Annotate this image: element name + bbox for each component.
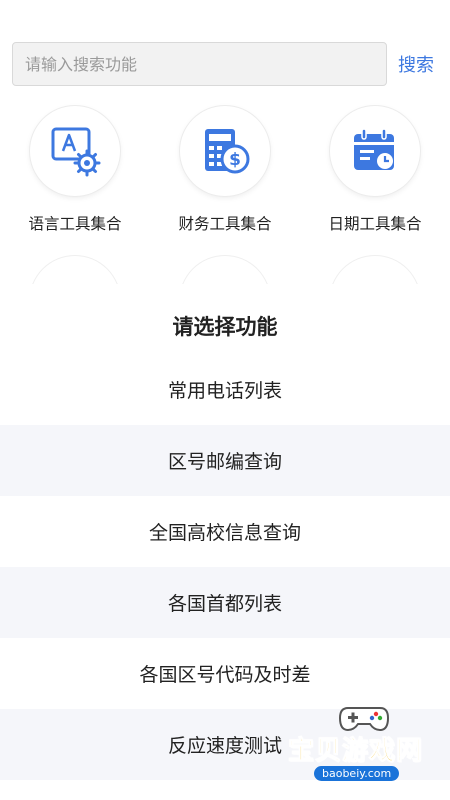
language-tool-icon bbox=[30, 106, 120, 196]
tool-finance[interactable]: $ 财务工具集合 bbox=[150, 106, 300, 234]
tool-date[interactable]: 日期工具集合 bbox=[300, 106, 450, 234]
search-button[interactable]: 搜索 bbox=[398, 51, 434, 77]
option-capitals-list[interactable]: 各国首都列表 bbox=[0, 567, 450, 638]
tool-label: 财务工具集合 bbox=[178, 215, 272, 233]
date-tool-icon bbox=[330, 106, 420, 196]
finance-tool-icon: $ bbox=[180, 106, 270, 196]
search-input[interactable] bbox=[12, 42, 387, 86]
watermark-url: baobeiy.com bbox=[314, 766, 400, 781]
tool-language[interactable]: 语言工具集合 bbox=[0, 106, 150, 234]
tool-grid: 语言工具集合 $ 财务工具集合 日期工具集合 bbox=[0, 106, 450, 234]
gamepad-icon bbox=[338, 707, 390, 732]
watermark-text: 宝贝游戏网 bbox=[287, 736, 424, 767]
svg-text:$: $ bbox=[229, 150, 241, 170]
option-university-info[interactable]: 全国高校信息查询 bbox=[0, 496, 450, 567]
search-bar: 搜索 bbox=[12, 42, 438, 86]
option-area-code-zip[interactable]: 区号邮编查询 bbox=[0, 425, 450, 496]
watermark: 宝贝游戏网 baobeiy.com bbox=[286, 698, 436, 788]
tool-label: 日期工具集合 bbox=[328, 215, 422, 233]
tool-label: 语言工具集合 bbox=[28, 215, 122, 233]
option-phone-list[interactable]: 常用电话列表 bbox=[0, 354, 450, 425]
